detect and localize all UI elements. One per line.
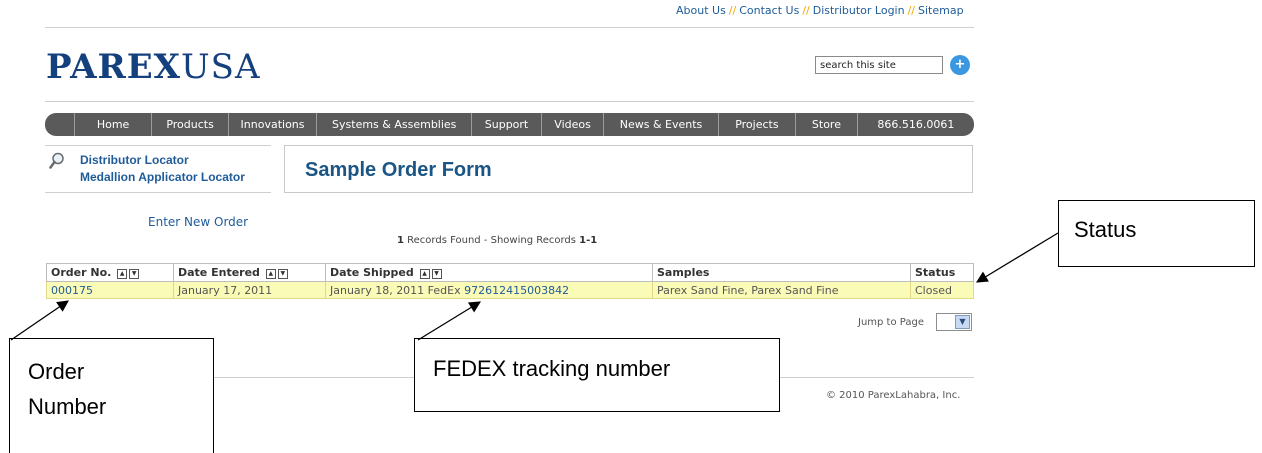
table-header-row: Order No. ▲ ▼ Date Entered ▲ ▼ Date Shippe… bbox=[46, 263, 974, 282]
col-samples: Samples bbox=[652, 263, 911, 282]
nav-store[interactable]: Store bbox=[795, 113, 857, 136]
nav-systems-assemblies[interactable]: Systems & Assemblies bbox=[316, 113, 471, 136]
records-range: 1-1 bbox=[579, 235, 598, 246]
about-us-link[interactable]: About Us bbox=[676, 4, 726, 17]
top-links: About Us//Contact Us//Distributor Login /… bbox=[676, 4, 964, 17]
jump-to-page-select[interactable]: ▼ bbox=[936, 313, 972, 331]
sort-up-icon[interactable]: ▲ bbox=[265, 269, 276, 279]
sitemap-link[interactable]: Sitemap bbox=[918, 4, 964, 17]
col-order-no: Order No. ▲ ▼ bbox=[46, 263, 174, 282]
order-arrow bbox=[10, 300, 69, 341]
sort-up-icon[interactable]: ▲ bbox=[117, 269, 128, 279]
search-button[interactable]: + bbox=[950, 55, 970, 75]
nav-videos[interactable]: Videos bbox=[540, 113, 604, 136]
plus-icon: + bbox=[954, 57, 966, 72]
page-title: Sample Order Form bbox=[305, 159, 492, 181]
distributor-login-link[interactable]: Distributor Login bbox=[813, 4, 905, 17]
fedex-arrow bbox=[417, 301, 481, 341]
jump-to-page-label: Jump to Page bbox=[858, 317, 924, 328]
records-summary: 1 Records Found - Showing Records 1-1 bbox=[397, 235, 597, 246]
orders-table: Order No. ▲ ▼ Date Entered ▲ ▼ Date Shippe… bbox=[46, 263, 974, 299]
col-date-shipped: Date Shipped ▲ ▼ bbox=[325, 263, 653, 282]
logo-light-text: USA bbox=[181, 47, 261, 87]
medallion-locator-link[interactable]: Medallion Applicator Locator bbox=[80, 170, 245, 184]
main-nav: Home Products Innovations Systems & Asse… bbox=[45, 113, 974, 136]
order-number-link[interactable]: 000175 bbox=[51, 284, 93, 297]
search-input[interactable] bbox=[815, 56, 943, 74]
magnifier-icon bbox=[49, 152, 64, 169]
ship-date-text: January 18, 2011 FedEx bbox=[330, 283, 461, 297]
logo-bold-text: PAREX bbox=[46, 47, 182, 87]
col-label: Order No. bbox=[51, 266, 112, 279]
parex-logo[interactable]: PAREXUSA bbox=[46, 48, 261, 86]
callout-line: Number bbox=[28, 394, 107, 419]
nav-news-events[interactable]: News & Events bbox=[603, 113, 717, 136]
sort-down-icon[interactable]: ▼ bbox=[277, 269, 288, 279]
distributor-locator-link[interactable]: Distributor Locator bbox=[80, 153, 189, 167]
date-shipped-cell: January 18, 2011 FedEx 972612415003842 bbox=[325, 281, 653, 299]
fedex-tracking-link[interactable]: 972612415003842 bbox=[464, 284, 569, 297]
sort-down-icon[interactable]: ▼ bbox=[129, 269, 140, 279]
records-count: 1 bbox=[397, 235, 404, 246]
table-row: 000175 January 17, 2011 January 18, 2011… bbox=[46, 281, 974, 299]
sort-down-icon[interactable]: ▼ bbox=[431, 269, 442, 279]
nav-products[interactable]: Products bbox=[151, 113, 228, 136]
sort-up-icon[interactable]: ▲ bbox=[419, 269, 430, 279]
link-separator: // bbox=[907, 4, 915, 17]
status-cell: Closed bbox=[910, 281, 974, 299]
header-divider bbox=[45, 101, 974, 102]
date-entered-cell: January 17, 2011 bbox=[173, 281, 326, 299]
chevron-down-icon[interactable]: ▼ bbox=[955, 315, 970, 329]
link-separator: // bbox=[728, 4, 737, 17]
order-number-callout: Order Number bbox=[9, 338, 214, 453]
nav-phone: 866.516.0061 bbox=[856, 113, 974, 136]
records-text: Records Found - Showing Records bbox=[407, 235, 576, 246]
nav-cap bbox=[45, 113, 74, 136]
nav-innovations[interactable]: Innovations bbox=[227, 113, 316, 136]
nav-projects[interactable]: Projects bbox=[717, 113, 796, 136]
top-divider bbox=[45, 27, 974, 28]
copyright-text: © 2010 ParexLahabra, Inc. bbox=[826, 390, 961, 401]
status-callout: Status bbox=[1058, 200, 1255, 267]
col-label: Date Shipped bbox=[330, 266, 414, 279]
link-separator: // bbox=[802, 4, 810, 17]
col-date-entered: Date Entered ▲ ▼ bbox=[173, 263, 326, 282]
status-arrow bbox=[975, 232, 1059, 283]
order-number-cell: 000175 bbox=[46, 281, 174, 299]
contact-us-link[interactable]: Contact Us bbox=[739, 4, 799, 17]
fedex-callout: FEDEX tracking number bbox=[414, 338, 780, 412]
col-status: Status bbox=[910, 263, 974, 282]
enter-new-order-link[interactable]: Enter New Order bbox=[148, 215, 248, 229]
samples-cell: Parex Sand Fine, Parex Sand Fine bbox=[652, 281, 911, 299]
nav-support[interactable]: Support bbox=[471, 113, 541, 136]
callout-line: Order bbox=[28, 359, 85, 384]
nav-home[interactable]: Home bbox=[73, 113, 152, 136]
col-label: Date Entered bbox=[178, 266, 260, 279]
